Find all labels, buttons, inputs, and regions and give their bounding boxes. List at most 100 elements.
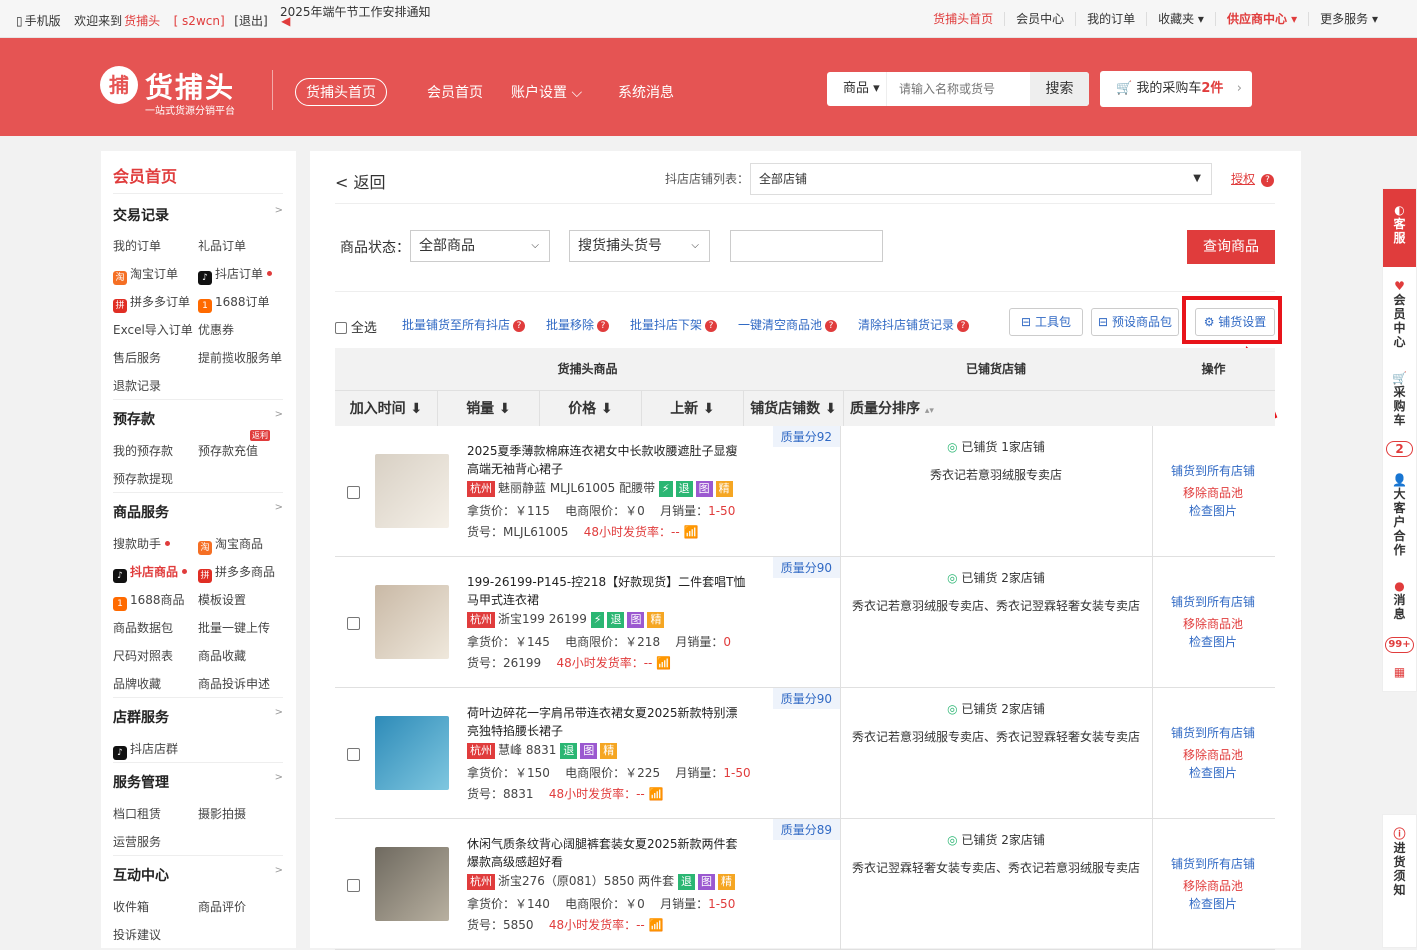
- sidebar-item-douyin-orders[interactable]: ♪ 抖店订单: [198, 265, 273, 285]
- section-service-management[interactable]: 服务管理 >: [113, 772, 283, 792]
- sidebar-item-stall-rental[interactable]: 档口租赁: [113, 805, 161, 822]
- sort-price[interactable]: 价格 ⬇: [539, 390, 641, 426]
- section-prepaid[interactable]: 预存款 >: [113, 409, 283, 429]
- product-thumbnail[interactable]: [375, 847, 449, 921]
- messages-button[interactable]: ● 消息: [1383, 579, 1416, 621]
- remove-pool-link[interactable]: 移除商品池: [1153, 746, 1273, 763]
- sidebar-item-coupons[interactable]: 优惠券: [198, 321, 234, 338]
- check-images-link[interactable]: 检查图片: [1153, 633, 1273, 650]
- product-search-input[interactable]: [730, 230, 883, 262]
- distribute-all-link[interactable]: 铺货到所有店铺: [1153, 593, 1273, 610]
- product-thumbnail[interactable]: [375, 585, 449, 659]
- distribute-all-link[interactable]: 铺货到所有店铺: [1153, 724, 1273, 741]
- back-link[interactable]: < 返回: [335, 169, 386, 193]
- nav-account-settings[interactable]: 账户设置 ⌵: [511, 82, 582, 102]
- logout-link[interactable]: [退出]: [234, 14, 267, 28]
- top-link-home[interactable]: 货捕头首页: [922, 12, 1004, 26]
- distribute-all-link[interactable]: 铺货到所有店铺: [1153, 855, 1273, 872]
- shop-list-select[interactable]: 全部店铺 ▼: [750, 163, 1212, 195]
- username[interactable]: [ s2wcn]: [174, 14, 225, 28]
- notice-link[interactable]: 2025年端午节工作安排通知: [280, 3, 431, 20]
- nav-member-home[interactable]: 会员首页: [427, 82, 483, 102]
- top-link-supplier[interactable]: 供应商中心 ▾: [1214, 12, 1308, 26]
- remove-pool-link[interactable]: 移除商品池: [1153, 484, 1273, 501]
- toolkit-button[interactable]: ⊟ 工具包: [1009, 308, 1083, 336]
- status-select[interactable]: 全部商品 ⌵: [410, 230, 550, 262]
- section-transactions[interactable]: 交易记录 >: [113, 205, 283, 225]
- product-thumbnail[interactable]: [375, 454, 449, 528]
- customer-service-button[interactable]: ◐ 客服: [1383, 189, 1416, 267]
- top-link-favorites[interactable]: 收藏夹 ▾: [1146, 12, 1215, 26]
- section-interaction[interactable]: 互动中心 >: [113, 865, 283, 885]
- sidebar-item-taobao-orders[interactable]: 淘淘宝订单: [113, 265, 178, 285]
- sidebar-item-prepaid-withdraw[interactable]: 预存款提现: [113, 470, 173, 487]
- sidebar-item-template-settings[interactable]: 模板设置: [198, 591, 246, 608]
- sidebar-item-taobao-products[interactable]: 淘淘宝商品: [198, 535, 263, 555]
- row-checkbox[interactable]: [347, 879, 360, 892]
- sidebar-item-search-helper[interactable]: 搜款助手: [113, 535, 171, 552]
- sidebar-item-after-sales[interactable]: 售后服务: [113, 349, 161, 366]
- sidebar-item-product-complaints[interactable]: 商品投诉申述: [198, 675, 270, 692]
- logo[interactable]: 捕 货捕头 一站式货源分销平台: [100, 66, 250, 117]
- sidebar-item-refunds[interactable]: 退款记录: [113, 377, 161, 394]
- sidebar-item-pdd-orders[interactable]: 拼拼多多订单: [113, 293, 190, 313]
- section-shop-group[interactable]: 店群服务 >: [113, 707, 283, 727]
- batch-remove-link[interactable]: 批量移除?: [546, 316, 610, 333]
- clear-pool-link[interactable]: 一键清空商品池?: [738, 316, 838, 333]
- sort-join-time[interactable]: 加入时间 ⬇: [335, 390, 437, 426]
- nav-home[interactable]: 货捕头首页: [295, 78, 387, 106]
- sidebar-item-pickup-orders[interactable]: 提前揽收服务单: [198, 349, 282, 366]
- sidebar-item-douyin-products[interactable]: ♪ 抖店商品: [113, 563, 188, 583]
- sort-shop-count[interactable]: 铺货店铺数 ⬇: [743, 390, 843, 426]
- top-link-member[interactable]: 会员中心: [1004, 12, 1075, 26]
- purchase-notice-button[interactable]: ⓘ 进货须知: [1383, 827, 1416, 897]
- product-thumbnail[interactable]: [375, 716, 449, 790]
- sidebar-item-inbox[interactable]: 收件箱: [113, 898, 149, 915]
- sidebar-item-brand-favorites[interactable]: 品牌收藏: [113, 675, 161, 692]
- sidebar-item-1688-orders[interactable]: 1 1688订单: [198, 293, 270, 313]
- brand-link[interactable]: 货捕头: [124, 14, 160, 28]
- sidebar-item-my-prepaid[interactable]: 我的预存款: [113, 442, 173, 459]
- member-center-button[interactable]: ♥ 会员中心: [1383, 279, 1416, 349]
- sidebar-item-product-favorites[interactable]: 商品收藏: [198, 647, 246, 664]
- sidebar-item-size-chart[interactable]: 尺码对照表: [113, 647, 173, 664]
- product-title[interactable]: 荷叶边碎花一字肩吊带连衣裙女夏2025新款特别漂亮独特掐腰长裙子: [467, 704, 747, 740]
- sidebar-item-operations[interactable]: 运营服务: [113, 833, 161, 850]
- sidebar-item-prepaid-recharge[interactable]: 预存款充值 返利: [198, 430, 270, 459]
- qrcode-icon[interactable]: ▦: [1383, 665, 1416, 679]
- check-images-link[interactable]: 检查图片: [1153, 764, 1273, 781]
- cart-button[interactable]: 🛒 我的采购车2件 ›: [1100, 71, 1252, 107]
- big-client-button[interactable]: 👤 大客户合作: [1383, 473, 1416, 557]
- sidebar-item-1688-products[interactable]: 1 1688商品: [113, 591, 185, 611]
- sidebar-item-data-package[interactable]: 商品数据包: [113, 619, 173, 636]
- search-type-select[interactable]: 搜货捕头货号 ⌵: [569, 230, 710, 262]
- sort-quality[interactable]: 质量分排序 ▴▾: [843, 390, 1275, 426]
- top-link-more[interactable]: 更多服务 ▾: [1308, 12, 1389, 26]
- remove-pool-link[interactable]: 移除商品池: [1153, 877, 1273, 894]
- sidebar-title[interactable]: 会员首页: [113, 163, 177, 187]
- remove-pool-link[interactable]: 移除商品池: [1153, 615, 1273, 632]
- select-all[interactable]: 全选: [335, 317, 377, 336]
- top-link-orders[interactable]: 我的订单: [1075, 12, 1146, 26]
- product-title[interactable]: 2025夏季薄款棉麻连衣裙女中长款收腰遮肚子显瘦高端无袖背心裙子: [467, 442, 747, 478]
- product-title[interactable]: 199-26199-P145-控218【好款现货】二件套唱T恤马甲式连衣裙: [467, 573, 747, 609]
- sort-sales[interactable]: 销量 ⬇: [437, 390, 539, 426]
- sidebar-item-photography[interactable]: 摄影拍摄: [198, 805, 246, 822]
- sidebar-item-batch-upload[interactable]: 批量一键上传: [198, 619, 270, 636]
- row-checkbox[interactable]: [347, 748, 360, 761]
- distribution-settings-button[interactable]: ⚙ 铺货设置: [1195, 308, 1275, 336]
- sidebar-item-my-orders[interactable]: 我的订单: [113, 237, 161, 254]
- check-images-link[interactable]: 检查图片: [1153, 895, 1273, 912]
- sidebar-item-feedback[interactable]: 投诉建议: [113, 926, 161, 943]
- search-category-select[interactable]: 商品 ▾: [827, 72, 887, 106]
- mobile-link[interactable]: 手机版: [25, 14, 61, 28]
- sidebar-item-gift-orders[interactable]: 礼品订单: [198, 237, 246, 254]
- sidebar-item-excel-import[interactable]: Excel导入订单: [113, 321, 193, 338]
- sidebar-item-pdd-products[interactable]: 拼拼多多商品: [198, 563, 275, 583]
- query-products-button[interactable]: 查询商品: [1187, 230, 1275, 264]
- nav-messages[interactable]: 系统消息: [618, 82, 674, 102]
- row-checkbox[interactable]: [347, 617, 360, 630]
- search-button[interactable]: 搜索: [1030, 72, 1089, 106]
- batch-unlist-link[interactable]: 批量抖店下架?: [630, 316, 718, 333]
- sidebar-item-douyin-shop-group[interactable]: ♪ 抖店店群: [113, 740, 178, 760]
